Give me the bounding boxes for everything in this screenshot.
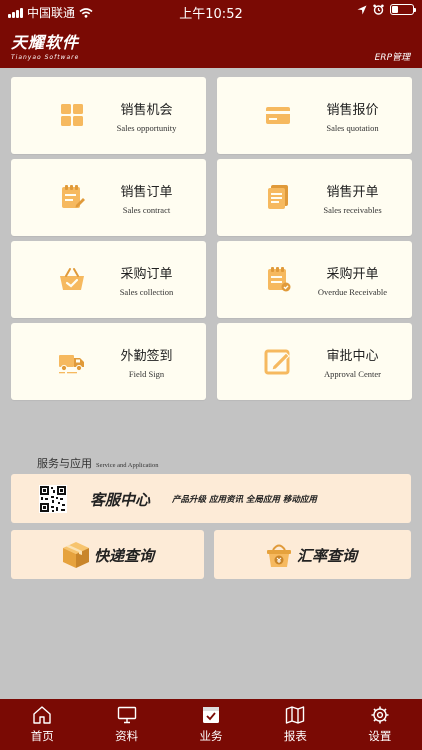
card-subtitle: Overdue Receivable — [317, 287, 388, 297]
section-title: 服务与应用 Service and Application — [37, 455, 158, 471]
tab-home[interactable]: 首页 — [0, 699, 84, 750]
card-text: 销售机会 Sales opportunity — [87, 99, 206, 133]
card-subtitle: Sales quotation — [326, 123, 379, 133]
battery-icon — [390, 4, 416, 15]
tab-settings[interactable]: 设置 — [338, 699, 422, 750]
exchange-rate-button[interactable]: 汇率查询 — [214, 530, 411, 579]
tab-label: 资料 — [115, 729, 139, 743]
header-subtitle: ERP管理 — [374, 53, 410, 63]
card-title: 审批中心 — [326, 349, 379, 364]
card-sales-opportunity[interactable]: 销售机会 Sales opportunity — [11, 77, 206, 154]
card-subtitle: Approval Center — [324, 369, 381, 379]
exchange-basket-icon — [267, 544, 291, 567]
card-subtitle: Field Sign — [128, 369, 165, 379]
grid-icon — [61, 104, 83, 126]
app-header: 中国联通 上午10:52 天耀软件 Tianyao Software ERP管理 — [0, 0, 422, 68]
bottom-tab-bar: 首页 资料 业务 报表 设置 — [0, 699, 422, 750]
briefcase-check-icon — [203, 707, 220, 723]
card-title: 销售订单 — [120, 185, 173, 200]
card-subtitle: Sales receivables — [323, 205, 382, 215]
tab-label: 首页 — [30, 729, 54, 743]
card-icon — [266, 107, 290, 124]
card-sales-quotation[interactable]: 销售报价 Sales quotation — [217, 77, 412, 154]
brand-name-en: Tianyao Software — [11, 54, 80, 61]
section-title-en: Service and Application — [96, 462, 159, 469]
card-text: 采购开单 Overdue Receivable — [293, 263, 412, 297]
card-title: 销售报价 — [326, 103, 379, 118]
delivery-truck-icon — [59, 355, 84, 374]
card-text: 外勤签到 Field Sign — [87, 345, 206, 379]
clipboard-edit-icon — [62, 185, 85, 208]
card-purchase-order[interactable]: 采购订单 Sales collection — [11, 241, 206, 318]
express-query-label: 快递查询 — [94, 547, 155, 565]
qr-code-icon — [39, 485, 67, 513]
tab-label: 报表 — [283, 729, 307, 743]
card-title: 采购开单 — [326, 267, 379, 282]
clipboard-list-icon — [268, 267, 291, 292]
card-text: 采购订单 Sales collection — [87, 263, 206, 297]
stacked-documents-icon — [268, 185, 288, 209]
card-approval-center[interactable]: 审批中心 Approval Center — [217, 323, 412, 400]
shopping-basket-icon — [60, 268, 84, 290]
tab-data[interactable]: 资料 — [84, 699, 168, 750]
card-subtitle: Sales collection — [119, 287, 174, 297]
card-title: 销售开单 — [326, 185, 379, 200]
package-box-icon — [63, 542, 89, 568]
monitor-icon — [117, 706, 136, 724]
card-text: 销售订单 Sales contract — [87, 181, 206, 215]
brand-logo: 天耀软件 Tianyao Software — [11, 29, 79, 61]
card-subtitle: Sales opportunity — [116, 123, 177, 133]
card-text: 审批中心 Approval Center — [293, 345, 412, 379]
card-field-sign[interactable]: 外勤签到 Field Sign — [11, 323, 206, 400]
card-sales-contract[interactable]: 销售订单 Sales contract — [11, 159, 206, 236]
service-center-title: 客服中心 — [90, 491, 151, 509]
tab-label: 设置 — [368, 729, 392, 743]
tab-label: 业务 — [199, 729, 223, 743]
card-text: 销售开单 Sales receivables — [293, 181, 412, 215]
gear-icon — [371, 706, 389, 724]
service-center-button[interactable]: 客服中心 产品升级 应用资讯 全局应用 移动应用 — [11, 474, 411, 523]
tab-business[interactable]: 业务 — [169, 699, 253, 750]
card-purchase-receivable[interactable]: 采购开单 Overdue Receivable — [217, 241, 412, 318]
location-arrow-icon — [357, 5, 367, 14]
card-text: 销售报价 Sales quotation — [293, 99, 412, 133]
express-query-button[interactable]: 快递查询 — [11, 530, 204, 579]
card-subtitle: Sales contract — [122, 205, 171, 215]
service-center-subtitle: 产品升级 应用资讯 全局应用 移动应用 — [172, 495, 317, 505]
edit-pen-icon — [264, 349, 290, 375]
exchange-rate-label: 汇率查询 — [297, 547, 358, 565]
card-title: 外勤签到 — [120, 349, 173, 364]
status-bar: 中国联通 上午10:52 — [0, 0, 422, 22]
card-title: 采购订单 — [120, 267, 173, 282]
home-icon — [33, 706, 51, 724]
card-sales-receivables[interactable]: 销售开单 Sales receivables — [217, 159, 412, 236]
brand-name: 天耀软件 — [11, 33, 80, 52]
map-icon — [286, 706, 305, 724]
section-title-cn: 服务与应用 — [37, 457, 92, 470]
tab-reports[interactable]: 报表 — [253, 699, 337, 750]
status-indicators — [357, 4, 416, 15]
module-grid: 销售机会 Sales opportunity 销售报价 Sales quotat… — [11, 77, 412, 400]
card-title: 销售机会 — [120, 103, 173, 118]
alarm-icon — [373, 4, 384, 15]
